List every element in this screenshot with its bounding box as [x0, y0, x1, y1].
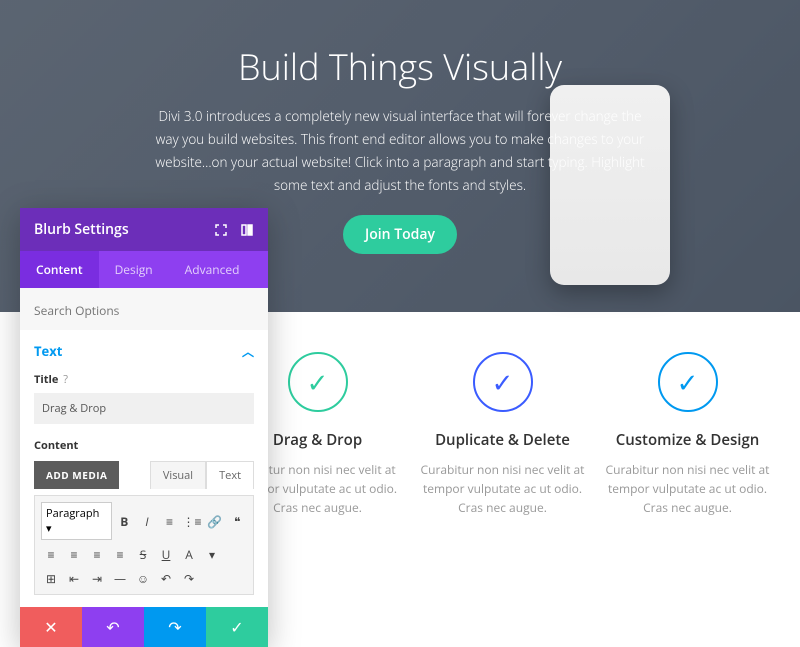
help-icon[interactable]: ? — [63, 372, 68, 387]
content-label: Content — [34, 438, 254, 453]
italic-icon[interactable]: I — [137, 511, 157, 531]
editor-tab-text[interactable]: Text — [206, 461, 254, 489]
text-color-icon[interactable]: A — [179, 544, 199, 564]
panel-body: Text ︿ Title ? Content ADD MEDIA Visual … — [20, 330, 268, 607]
redo-icon[interactable]: ↷ — [179, 568, 199, 588]
undo-icon[interactable]: ↶ — [156, 568, 176, 588]
tab-content[interactable]: Content — [20, 251, 99, 288]
strikethrough-icon[interactable]: S — [133, 544, 153, 564]
table-icon[interactable]: ⊞ — [41, 568, 61, 588]
search-options — [20, 288, 268, 330]
quote-icon[interactable]: ❝ — [227, 511, 247, 531]
feature-body: Curabitur non nisi nec velit at tempor v… — [605, 460, 770, 518]
tab-design[interactable]: Design — [99, 251, 169, 288]
add-media-button[interactable]: ADD MEDIA — [34, 461, 119, 489]
align-justify-icon[interactable]: ≡ — [110, 544, 130, 564]
snap-icon[interactable] — [240, 223, 254, 237]
chevron-up-icon[interactable]: ︿ — [242, 343, 254, 360]
indent-icon[interactable]: ⇥ — [87, 568, 107, 588]
blurb-settings-panel: Blurb Settings Content Design Advanced T… — [20, 208, 268, 647]
emoji-icon[interactable]: ☺ — [133, 568, 153, 588]
feature-title: Customize & Design — [605, 430, 770, 450]
tab-advanced[interactable]: Advanced — [169, 251, 256, 288]
hr-icon[interactable]: — — [110, 568, 130, 588]
cancel-button[interactable]: ✕ — [20, 607, 82, 647]
expand-icon[interactable] — [214, 223, 228, 237]
check-icon: ✓ — [288, 352, 348, 412]
feature-body: Curabitur non nisi nec velit at tempor v… — [420, 460, 585, 518]
panel-header[interactable]: Blurb Settings — [20, 208, 268, 251]
panel-tabs: Content Design Advanced — [20, 251, 268, 288]
feature-title: Duplicate & Delete — [420, 430, 585, 450]
numbered-list-icon[interactable]: ⋮≡ — [182, 511, 202, 531]
check-icon: ✓ — [473, 352, 533, 412]
bullet-list-icon[interactable]: ≡ — [160, 511, 180, 531]
bold-icon[interactable]: B — [115, 511, 135, 531]
join-today-button[interactable]: Join Today — [343, 215, 457, 254]
underline-icon[interactable]: U — [156, 544, 176, 564]
feature-duplicate-delete: ✓ Duplicate & Delete Curabitur non nisi … — [420, 352, 585, 518]
panel-actions: ✕ ↶ ↷ ✓ — [20, 607, 268, 647]
hero-title: Build Things Visually — [238, 42, 562, 91]
align-right-icon[interactable]: ≡ — [87, 544, 107, 564]
search-input[interactable] — [34, 302, 254, 319]
hero-subtitle: Divi 3.0 introduces a completely new vis… — [155, 105, 645, 197]
align-center-icon[interactable]: ≡ — [64, 544, 84, 564]
title-input[interactable] — [34, 393, 254, 424]
link-icon[interactable]: 🔗 — [205, 511, 225, 531]
editor-tab-visual[interactable]: Visual — [150, 461, 206, 489]
panel-title: Blurb Settings — [34, 220, 129, 239]
align-left-icon[interactable]: ≡ — [41, 544, 61, 564]
paragraph-select[interactable]: Paragraph ▾ — [41, 502, 112, 540]
undo-button[interactable]: ↶ — [82, 607, 144, 647]
redo-button[interactable]: ↷ — [144, 607, 206, 647]
editor-toolbar: Paragraph ▾ B I ≡ ⋮≡ 🔗 ❝ ≡ ≡ ≡ ≡ S U A ▾… — [34, 495, 254, 595]
feature-customize-design: ✓ Customize & Design Curabitur non nisi … — [605, 352, 770, 518]
check-icon: ✓ — [658, 352, 718, 412]
section-header-text[interactable]: Text ︿ — [34, 342, 254, 360]
more-icon[interactable]: ▾ — [202, 544, 222, 564]
save-button[interactable]: ✓ — [206, 607, 268, 647]
title-label: Title ? — [34, 372, 254, 387]
outdent-icon[interactable]: ⇤ — [64, 568, 84, 588]
section-label: Text — [34, 342, 62, 360]
